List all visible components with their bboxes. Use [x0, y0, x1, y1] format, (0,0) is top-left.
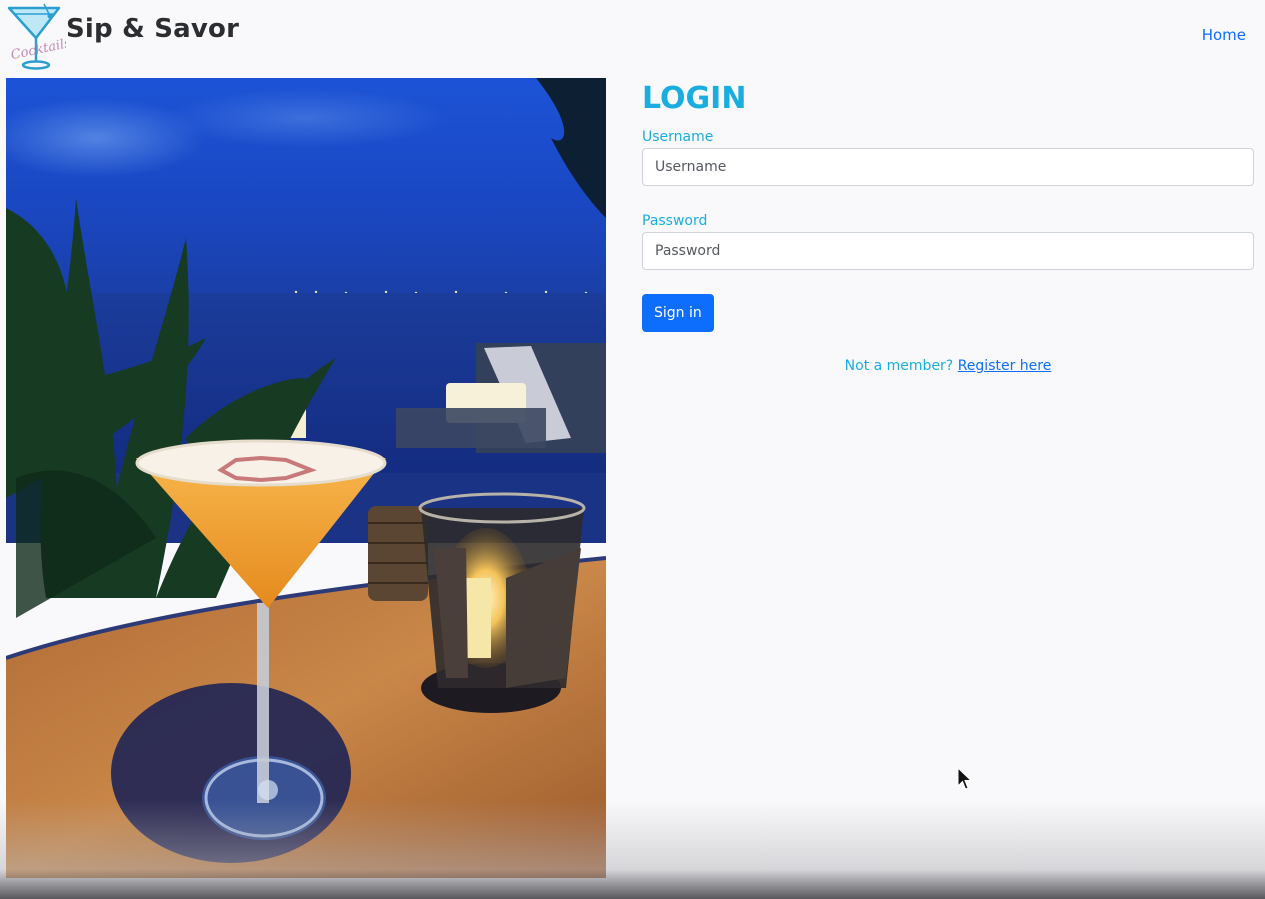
login-panel: LOGIN Username Password Sign in Not a me…	[642, 80, 1254, 374]
login-title: LOGIN	[642, 81, 747, 116]
logo-script-text: Cocktails	[10, 36, 66, 63]
register-prompt-text: Not a member?	[844, 358, 954, 374]
cocktail-logo-icon[interactable]: Cocktails	[6, 2, 73, 72]
mouse-cursor-icon	[957, 766, 973, 791]
username-input[interactable]	[642, 148, 1254, 186]
brand-name[interactable]: Sip & Savor	[66, 14, 239, 44]
nav-home-link[interactable]: Home	[1202, 26, 1246, 44]
navbar: Cocktails Sip & Savor Home	[0, 0, 1265, 76]
password-group: Password	[642, 212, 1254, 270]
register-link[interactable]: Register here	[958, 358, 1052, 374]
password-input[interactable]	[642, 232, 1254, 270]
username-label: Username	[642, 129, 714, 145]
password-label: Password	[642, 213, 708, 229]
sign-in-button[interactable]: Sign in	[642, 294, 714, 332]
register-prompt-line: Not a member? Register here	[642, 358, 1254, 374]
hero-cocktail-image	[6, 78, 606, 878]
